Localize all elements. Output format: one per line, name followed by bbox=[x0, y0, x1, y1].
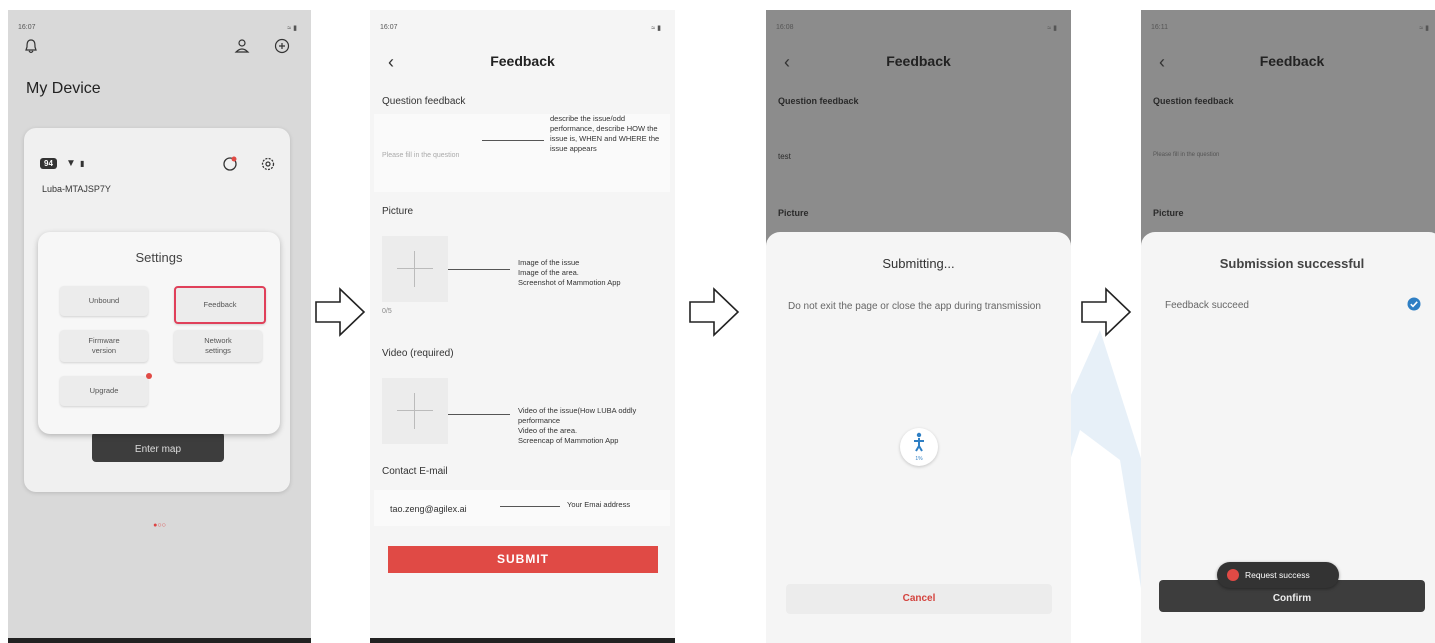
dialog-text: Do not exit the page or close the app du… bbox=[788, 301, 1041, 312]
picture-label: Picture bbox=[1153, 208, 1184, 218]
question-placeholder: Please fill in the question bbox=[382, 152, 460, 159]
question-label: Question feedback bbox=[1153, 96, 1234, 106]
question-label: Question feedback bbox=[778, 96, 859, 106]
progress-indicator: 1% bbox=[900, 428, 938, 466]
dialog-title: Submission successful bbox=[1219, 256, 1365, 271]
status-time: 16:11 bbox=[1151, 24, 1168, 31]
signal-icon: ▮ bbox=[80, 159, 85, 168]
page-title: Feedback bbox=[886, 53, 951, 69]
enter-map-button[interactable]: Enter map bbox=[92, 432, 224, 462]
submit-button[interactable]: SUBMIT bbox=[388, 546, 658, 573]
toast-text: Request success bbox=[1245, 570, 1310, 580]
nav-bar bbox=[370, 638, 675, 643]
feedback-button[interactable]: Feedback bbox=[174, 286, 266, 324]
success-dialog: Submission successful Feedback succeed C… bbox=[1141, 232, 1435, 643]
gear-icon[interactable] bbox=[260, 156, 276, 172]
spinner-figure-icon bbox=[914, 432, 924, 452]
add-video-button[interactable] bbox=[382, 378, 448, 444]
annotation-line bbox=[482, 140, 544, 141]
network-settings-button[interactable]: Network settings bbox=[174, 330, 262, 362]
progress-percent: 1% bbox=[915, 456, 923, 462]
screen-feedback-form: 16:07 ≈ ▮ ‹ Feedback Question feedback P… bbox=[370, 10, 675, 643]
page-title: My Device bbox=[26, 80, 101, 97]
add-picture-button[interactable] bbox=[382, 236, 448, 302]
question-value: test bbox=[778, 152, 791, 161]
annotation-line bbox=[448, 269, 510, 270]
user-icon[interactable] bbox=[234, 38, 250, 54]
upgrade-button[interactable]: Upgrade bbox=[60, 376, 148, 406]
status-icons: ≈ ▮ bbox=[287, 25, 297, 32]
video-annotation: Video of the issue(How LUBA oddly perfor… bbox=[518, 406, 637, 445]
page-title: Feedback bbox=[1259, 53, 1325, 69]
success-text: Feedback succeed bbox=[1165, 300, 1249, 311]
toast-icon bbox=[1227, 569, 1239, 581]
screen-submitting: 16:08 ≈ ▮ ‹ Feedback Question feedback t… bbox=[766, 10, 1071, 643]
toast: Request success bbox=[1217, 562, 1339, 588]
update-icon[interactable] bbox=[222, 156, 238, 172]
status-icons: ≈ ▮ bbox=[651, 25, 661, 32]
annotation-line bbox=[500, 506, 560, 507]
question-annotation: describe the issue/odd performance, desc… bbox=[550, 114, 660, 153]
arrow-right-icon bbox=[315, 287, 366, 337]
status-time: 16:07 bbox=[18, 24, 36, 31]
submitting-dialog: Submitting... Do not exit the page or cl… bbox=[766, 232, 1071, 643]
firmware-version-button[interactable]: Firmware version bbox=[60, 330, 148, 362]
add-circle-icon[interactable] bbox=[274, 38, 290, 54]
video-label: Video (required) bbox=[382, 348, 454, 359]
unbound-button[interactable]: Unbound bbox=[60, 286, 148, 316]
picture-label: Picture bbox=[778, 208, 809, 218]
device-name: Luba-MTAJSP7Y bbox=[42, 184, 111, 194]
email-annotation: Your Emai address bbox=[567, 500, 631, 509]
picture-count: 0/5 bbox=[382, 308, 392, 315]
screen-submission-success: 16:11 ≈ ▮ ‹ Feedback Question feedback P… bbox=[1141, 10, 1435, 643]
email-value: tao.zeng@agilex.ai bbox=[390, 504, 467, 514]
bell-icon[interactable] bbox=[24, 38, 38, 54]
upgrade-dot bbox=[146, 373, 152, 379]
nav-bar bbox=[8, 638, 311, 643]
wifi-icon: ▼ bbox=[66, 158, 76, 169]
screen-my-device: 16:07 ≈ ▮ My Device 94 ▼ ▮ Luba-MTAJSP7Y… bbox=[8, 10, 311, 643]
dialog-title: Submitting... bbox=[882, 256, 955, 271]
battery-badge: 94 bbox=[40, 158, 57, 169]
picture-label: Picture bbox=[382, 206, 414, 217]
check-circle-icon bbox=[1407, 297, 1421, 311]
question-placeholder: Please fill in the question bbox=[1153, 152, 1220, 158]
settings-title: Settings bbox=[135, 250, 183, 265]
arrow-right-icon bbox=[1081, 287, 1132, 337]
question-label: Question feedback bbox=[382, 96, 466, 107]
picture-annotation: Image of the issue Image of the area. Sc… bbox=[518, 258, 621, 287]
page-dots: ●○○ bbox=[153, 522, 166, 529]
status-icons: ≈ ▮ bbox=[1419, 25, 1429, 32]
cancel-button[interactable]: Cancel bbox=[786, 584, 1052, 614]
email-label: Contact E-mail bbox=[382, 466, 448, 477]
status-time: 16:08 bbox=[776, 24, 794, 31]
page-title: Feedback bbox=[490, 53, 555, 69]
annotation-line bbox=[448, 414, 510, 415]
settings-popup: Settings Unbound Feedback Firmware versi… bbox=[38, 232, 280, 434]
status-icons: ≈ ▮ bbox=[1047, 25, 1057, 32]
arrow-right-icon bbox=[689, 287, 740, 337]
status-time: 16:07 bbox=[380, 24, 398, 31]
